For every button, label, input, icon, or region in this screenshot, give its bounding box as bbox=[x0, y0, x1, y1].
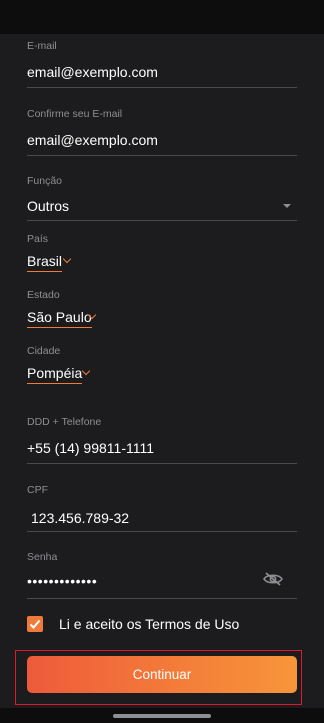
chevron-down-icon[interactable] bbox=[81, 366, 91, 376]
email-confirm-underline bbox=[27, 155, 297, 156]
cpf-input[interactable]: 123.456.789-32 bbox=[31, 510, 129, 526]
cidade-label: Cidade bbox=[27, 345, 61, 357]
pais-value[interactable]: Brasil bbox=[27, 253, 63, 272]
continue-button-label: Continuar bbox=[132, 667, 192, 682]
funcao-underline bbox=[27, 220, 297, 221]
home-indicator[interactable] bbox=[113, 714, 211, 718]
eye-off-icon[interactable] bbox=[263, 572, 283, 591]
email-confirm-input[interactable]: email@exemplo.com bbox=[27, 132, 158, 148]
estado-label: Estado bbox=[27, 289, 60, 301]
email-input[interactable]: email@exemplo.com bbox=[27, 64, 158, 80]
telefone-field[interactable]: DDD + Telefone +55 (14) 99811-1111 bbox=[27, 416, 297, 464]
estado-select[interactable]: Estado São Paulo bbox=[27, 289, 297, 329]
cpf-underline bbox=[27, 531, 297, 532]
terms-checkbox[interactable] bbox=[27, 616, 43, 632]
funcao-label: Função bbox=[27, 175, 63, 187]
chevron-down-icon[interactable] bbox=[62, 254, 72, 264]
funcao-value[interactable]: Outros bbox=[27, 198, 69, 214]
cpf-field[interactable]: CPF 123.456.789-32 bbox=[27, 484, 297, 532]
check-icon bbox=[29, 619, 41, 629]
caret-down-icon[interactable] bbox=[283, 204, 291, 208]
telefone-underline bbox=[27, 463, 297, 464]
terms-label[interactable]: Li e aceito os Termos de Uso bbox=[59, 616, 239, 632]
email-confirm-label: Confirme seu E-mail bbox=[27, 108, 123, 120]
estado-value[interactable]: São Paulo bbox=[27, 309, 92, 328]
continue-button[interactable]: Continuar bbox=[27, 656, 297, 693]
cpf-label: CPF bbox=[27, 484, 48, 496]
email-underline bbox=[27, 87, 297, 88]
email-field[interactable]: E-mail email@exemplo.com bbox=[27, 40, 297, 88]
senha-label: Senha bbox=[27, 551, 58, 563]
pais-label: País bbox=[27, 233, 49, 245]
email-label: E-mail bbox=[27, 40, 57, 52]
senha-input[interactable]: ••••••••••••• bbox=[27, 573, 97, 589]
senha-underline bbox=[27, 598, 297, 599]
funcao-select[interactable]: Função Outros bbox=[27, 175, 297, 221]
pais-select[interactable]: País Brasil bbox=[27, 233, 297, 273]
telefone-input[interactable]: +55 (14) 99811-1111 bbox=[27, 440, 154, 456]
status-bar bbox=[0, 0, 324, 34]
email-confirm-field[interactable]: Confirme seu E-mail email@exemplo.com bbox=[27, 108, 297, 156]
cidade-value[interactable]: Pompéia bbox=[27, 365, 83, 384]
telefone-label: DDD + Telefone bbox=[27, 416, 102, 428]
cidade-select[interactable]: Cidade Pompéia bbox=[27, 345, 297, 385]
senha-field[interactable]: Senha ••••••••••••• bbox=[27, 551, 297, 599]
